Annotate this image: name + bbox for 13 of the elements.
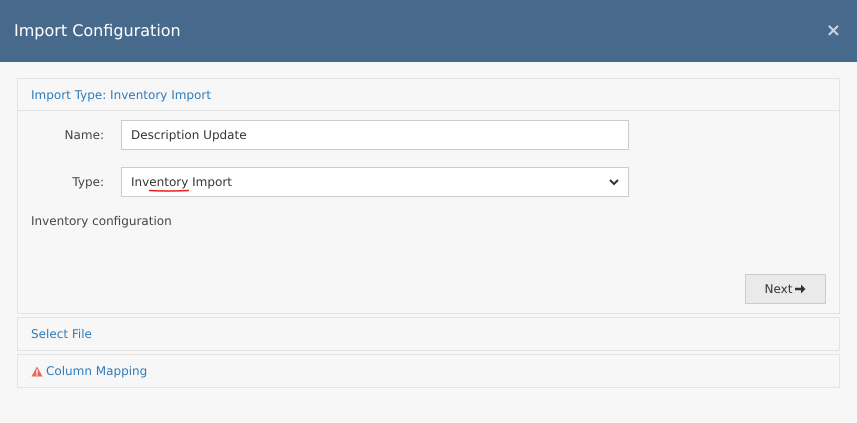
field-label: Type: — [71, 174, 105, 191]
dialog-title: Import Configuration — [14, 20, 181, 42]
arrow-right-icon — [795, 284, 806, 294]
name-input[interactable]: Description Update — [121, 120, 629, 150]
section-link[interactable]: Select File — [31, 325, 92, 343]
section-link[interactable]: Import Type: Inventory Import — [31, 86, 212, 104]
type-dropdown[interactable]: Inventory Import — [121, 167, 629, 197]
close-button[interactable]: × — [826, 22, 841, 40]
section-description: Inventory configuration — [31, 213, 173, 230]
section-link[interactable]: Column Mapping — [46, 362, 148, 380]
next-button[interactable]: Next — [745, 274, 826, 304]
chevron-down-icon — [609, 178, 619, 186]
field-label: Name: — [64, 127, 105, 144]
